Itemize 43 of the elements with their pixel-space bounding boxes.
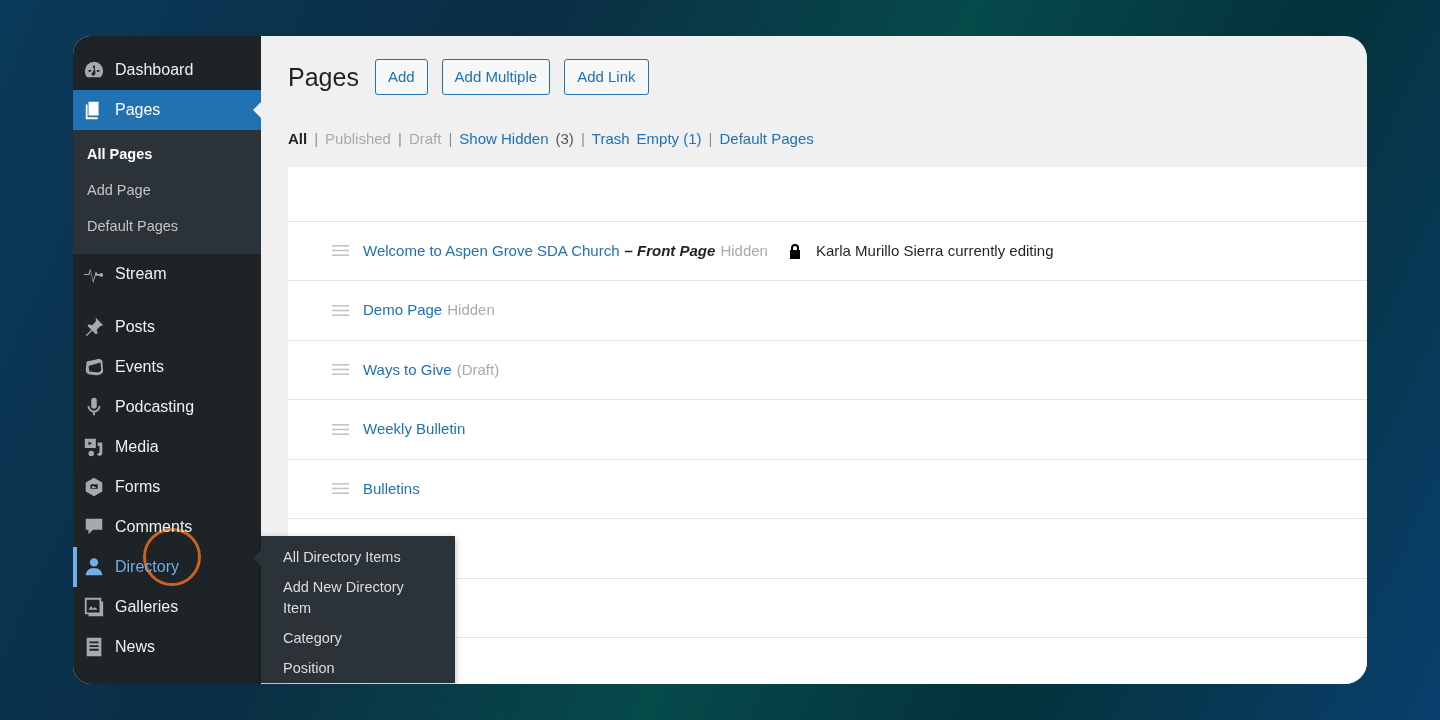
page-title-link[interactable]: Welcome to Aspen Grove SDA Church	[363, 239, 620, 262]
submenu-item[interactable]: Add Page	[73, 172, 261, 209]
flyout-menu-item[interactable]: Position	[261, 653, 455, 684]
sidebar-menu-item[interactable]: Comments	[73, 507, 261, 548]
separator: |	[580, 129, 585, 149]
flyout-menu-item[interactable]: Category	[261, 622, 455, 654]
separator: |	[708, 129, 713, 149]
filter-link[interactable]: Show Hidden	[459, 128, 549, 151]
add-button[interactable]: Add Multiple	[441, 59, 551, 95]
flyout-menu-item[interactable]: Add New Directory Item	[261, 572, 455, 623]
status-label: Hidden	[447, 300, 495, 320]
add-button[interactable]: Add	[374, 59, 428, 95]
sidebar-menu-item[interactable]: Media	[73, 427, 261, 468]
sidebar-menu-item[interactable]: News	[73, 627, 261, 668]
sidebar-menu-item[interactable]: Events	[73, 347, 261, 388]
filter-count: (3)	[555, 129, 574, 149]
separator: |	[397, 129, 402, 149]
sidebar-menu-item[interactable]: Stream	[73, 254, 261, 295]
page-title-link[interactable]: Weekly Bulletin	[363, 418, 466, 441]
sidebar-menu-item[interactable]: Pages	[73, 90, 261, 130]
status-label: Hidden	[720, 240, 768, 261]
sidebar-menu-item[interactable]: Dashboard	[73, 50, 261, 90]
filter-link[interactable]: All	[288, 128, 308, 151]
sidebar-menu-item[interactable]: Podcasting	[73, 387, 261, 428]
separator: |	[314, 129, 319, 149]
submenu-item[interactable]: All Pages	[73, 137, 261, 173]
post-state-label: – Front Page	[624, 240, 716, 261]
flyout-menu-item[interactable]: All Directory Items	[261, 542, 455, 573]
page-title-link[interactable]: Bulletins	[363, 477, 420, 500]
filter-link[interactable]: Empty (1)	[636, 128, 702, 151]
sidebar-menu-item[interactable]: Galleries	[73, 587, 261, 628]
separator: |	[448, 129, 453, 149]
sidebar-menu-item[interactable]: Forms	[73, 467, 261, 508]
editing-notice: Karla Murillo Sierra currently editing	[815, 240, 1054, 261]
filter-link[interactable]: Default Pages	[719, 128, 814, 151]
sidebar-menu-item[interactable]: Posts	[73, 307, 261, 348]
filter-link[interactable]: Trash	[591, 128, 630, 151]
submenu-item[interactable]: Default Pages	[73, 208, 261, 245]
add-button[interactable]: Add Link	[564, 59, 649, 95]
page-title: Pages	[288, 62, 359, 92]
page-title-link[interactable]: Ways to Give	[363, 358, 452, 381]
page-title-link[interactable]: Demo Page	[363, 299, 443, 322]
status-label: (Draft)	[456, 359, 500, 380]
